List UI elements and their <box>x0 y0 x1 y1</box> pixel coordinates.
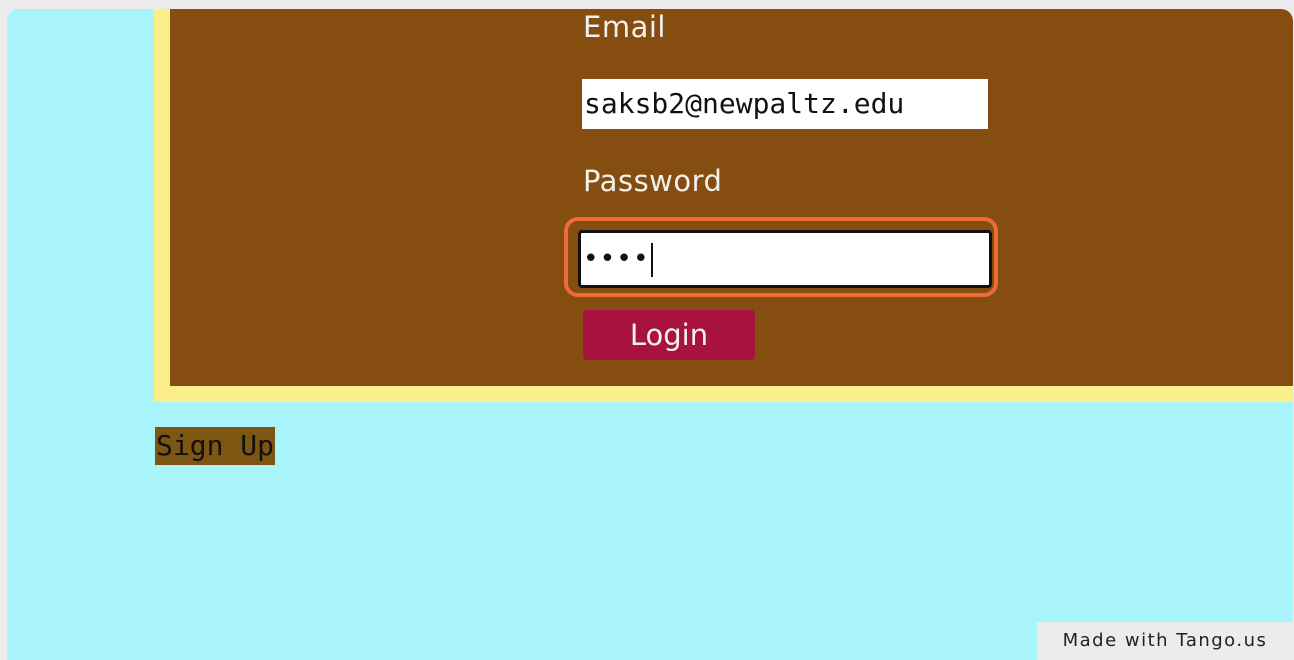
sign-up-link[interactable]: Sign Up <box>155 427 276 465</box>
password-label: Password <box>583 164 723 198</box>
login-panel: Email saksb2@newpaltz.edu Password •••• … <box>154 9 1293 402</box>
email-label: Email <box>583 10 666 44</box>
password-field[interactable]: •••• <box>578 230 992 288</box>
password-value: •••• <box>583 244 650 274</box>
tango-watermark: Made with Tango.us <box>1037 622 1293 660</box>
email-field[interactable]: saksb2@newpaltz.edu <box>582 79 988 129</box>
login-button[interactable]: Login <box>583 310 755 360</box>
app-frame: Email saksb2@newpaltz.edu Password •••• … <box>7 9 1293 660</box>
text-caret <box>650 242 653 277</box>
